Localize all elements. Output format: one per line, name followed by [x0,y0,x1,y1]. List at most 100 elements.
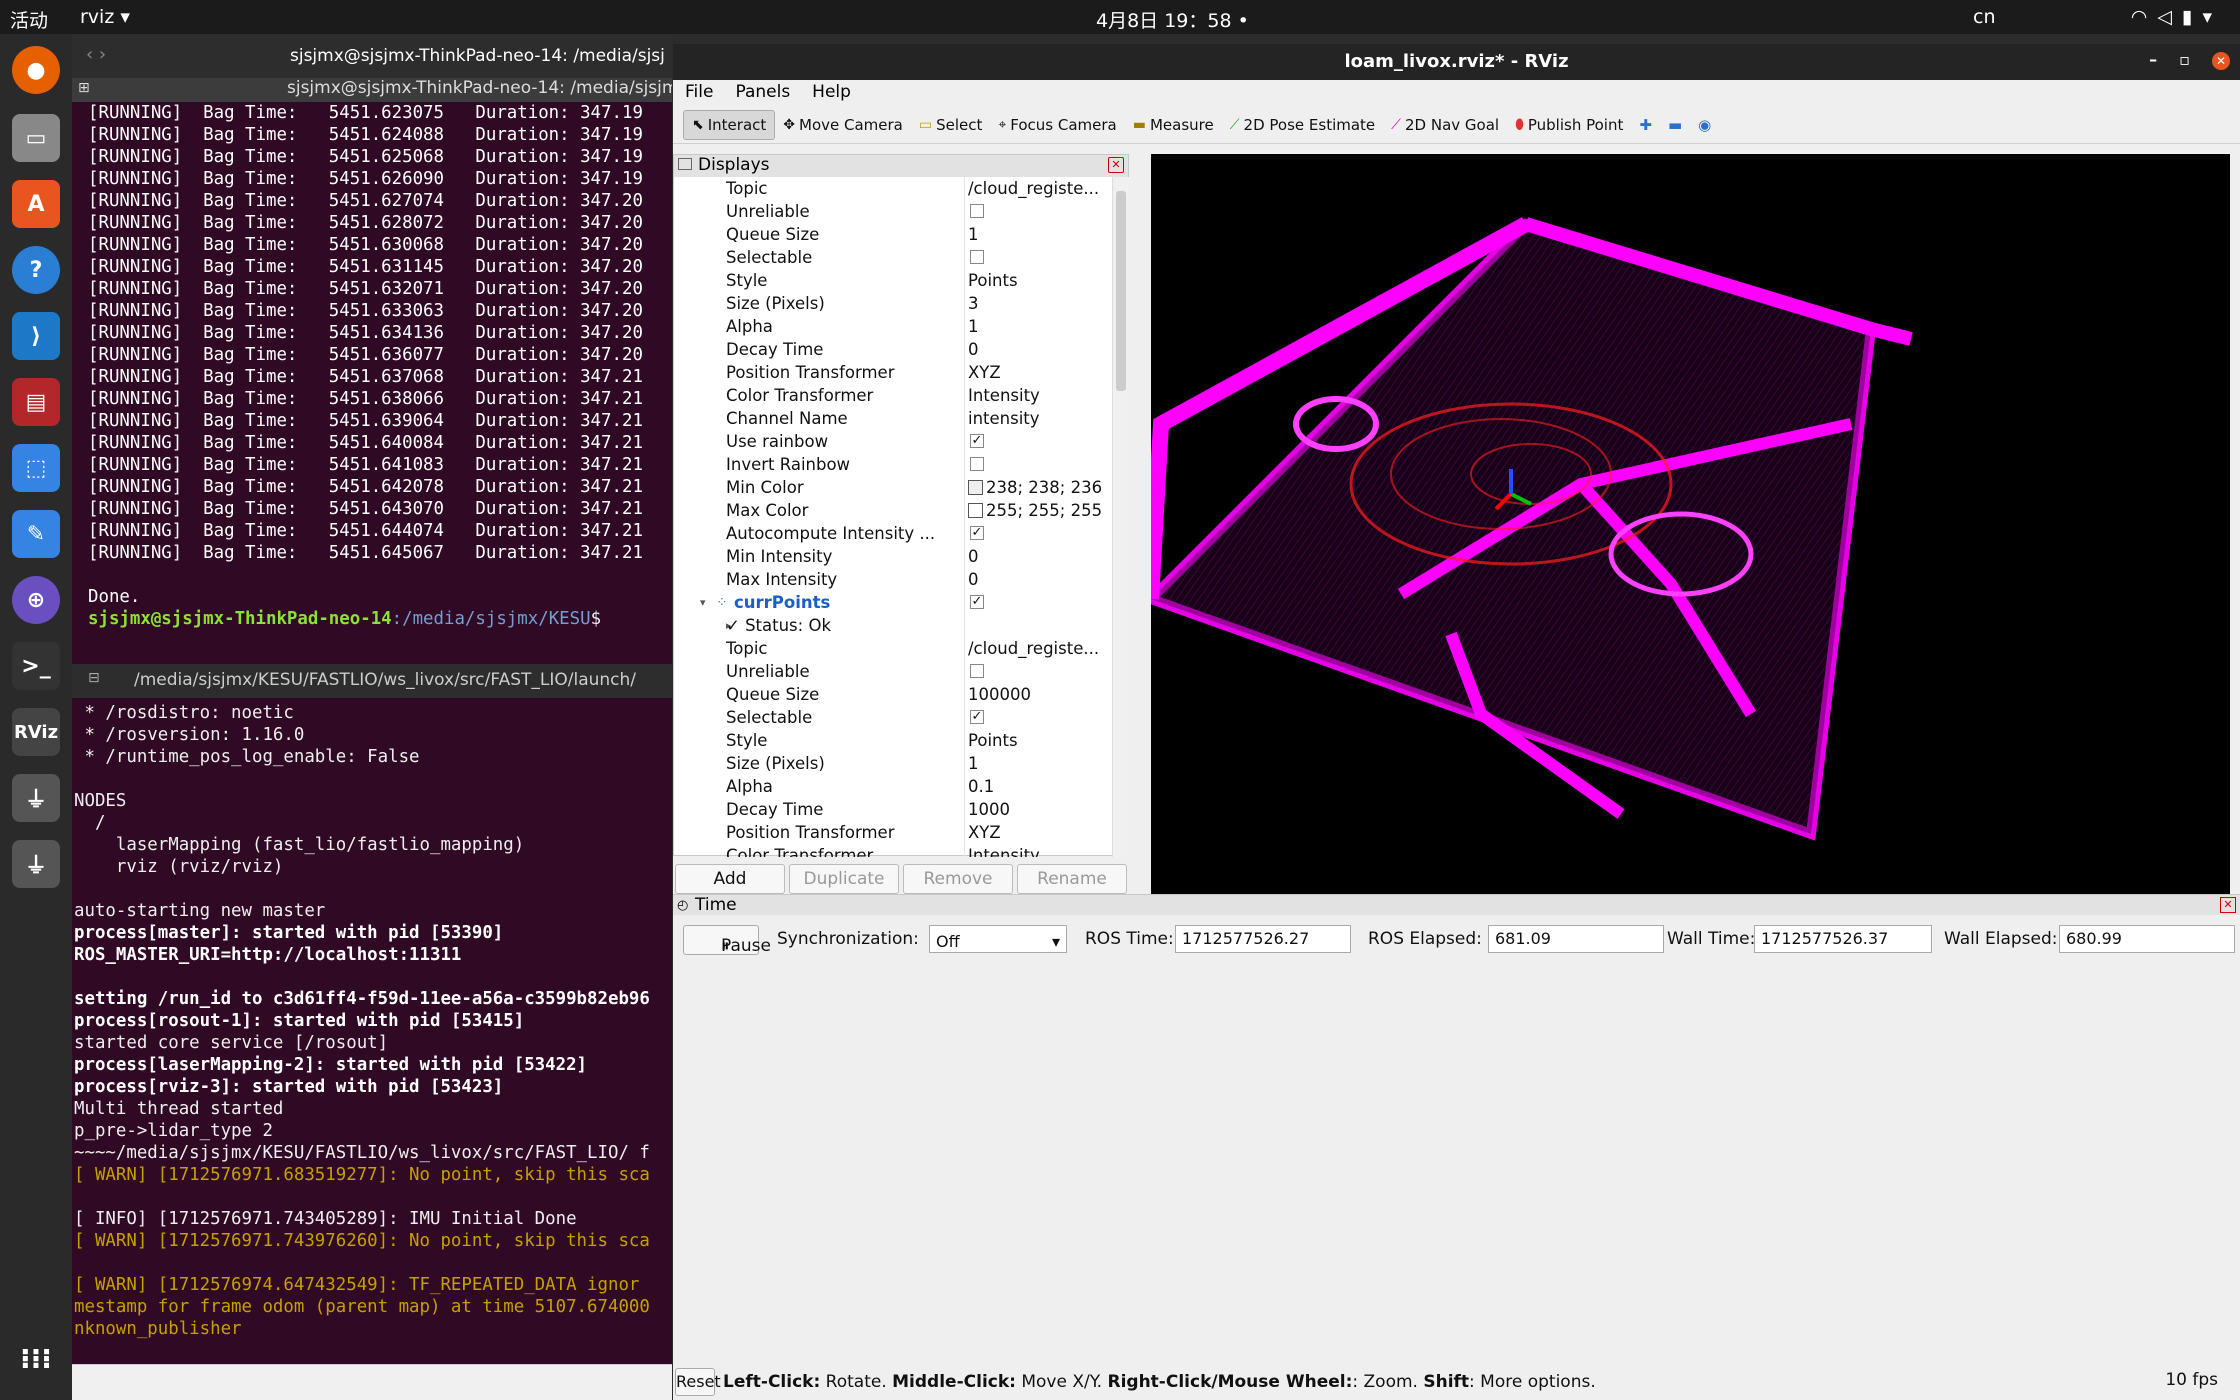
app-menu[interactable]: rviz ▾ [80,6,130,28]
activities-button[interactable]: 活动 [10,6,48,33]
property-value[interactable]: intensity [968,409,1112,428]
tree-row[interactable]: Decay Time 0 [674,338,1112,361]
property-value[interactable]: 3 [968,294,1112,313]
tool-measure[interactable]: ▬ Measure [1125,110,1222,140]
tree-row[interactable]: Color Transformer Intensity [674,384,1112,407]
minimize-icon[interactable]: – [2149,50,2179,69]
property-value[interactable]: Intensity [968,386,1112,405]
network-icon[interactable]: ⊕ [12,576,60,624]
property-value[interactable]: /cloud_registe... [968,179,1112,198]
checkbox[interactable] [970,204,984,218]
tree-row[interactable]: Style Points [674,269,1112,292]
terminal-window-1[interactable]: ‹ › sjsjmx@sjsjmx-ThinkPad-neo-14: /medi… [72,34,672,664]
usb-icon[interactable]: ⏚ [12,840,60,888]
checkbox[interactable] [970,457,984,471]
tool-select[interactable]: ▭ Select [911,110,991,140]
tree-row[interactable]: Min Color 238; 238; 236 [674,476,1112,499]
color-swatch[interactable] [968,503,983,518]
ros-elapsed-field[interactable]: 681.09 [1488,925,1664,953]
property-value[interactable]: 1 [968,225,1112,244]
scrollbar[interactable] [1112,177,1129,857]
tree-row[interactable]: Use rainbow ✓ [674,430,1112,453]
tree-row[interactable]: Style Points [674,729,1112,752]
tree-row[interactable]: Selectable ✓ [674,706,1112,729]
checkbox[interactable] [970,664,984,678]
tree-row[interactable]: Topic/cloud_registe... [674,177,1112,200]
maximize-icon[interactable]: ▫ [2179,50,2212,69]
tree-row[interactable]: Queue Size 100000 [674,683,1112,706]
property-value[interactable]: Points [968,271,1112,290]
menu-help[interactable]: Help [812,82,851,106]
tree-row[interactable]: Alpha 0.1 [674,775,1112,798]
checkbox[interactable]: ✓ [970,710,984,724]
pause-button[interactable]: ⏸ Pause [683,925,771,956]
checkbox[interactable]: ✓ [970,526,984,540]
tree-row[interactable]: Unreliable [674,660,1112,683]
checkbox[interactable]: ✓ [970,595,984,609]
vscode-icon[interactable]: ⟩ [12,312,60,360]
terminal-tab[interactable]: ⊞ sjsjmx@sjsjmx-ThinkPad-neo-14: /media/… [72,78,672,102]
property-value[interactable]: XYZ [968,823,1112,842]
property-value[interactable]: 1000 [968,800,1112,819]
usb-icon[interactable]: ⏚ [12,774,60,822]
checkbox[interactable]: ✓ [970,434,984,448]
property-value[interactable]: 238; 238; 236 [968,478,1112,497]
sync-select[interactable]: Off ▾ [929,925,1067,953]
tool-focus-camera[interactable]: ⌖ Focus Camera [990,110,1124,140]
3d-viewport[interactable] [1151,154,2230,898]
tree-row[interactable]: Max Color 255; 255; 255 [674,499,1112,522]
close-icon[interactable]: ✕ [2220,897,2236,913]
tree-row[interactable]: Size (Pixels) 3 [674,292,1112,315]
rviz-icon[interactable]: RViz [12,708,60,756]
remove-button[interactable]: Remove [903,864,1013,894]
ros-time-field[interactable]: 1712577526.27 [1175,925,1351,953]
tool-publish-point[interactable]: ⬮ Publish Point [1507,110,1631,140]
tree-row[interactable]: Min Intensity 0 [674,545,1112,568]
chevron-down-icon[interactable]: ▾ [700,596,706,609]
help-icon[interactable]: ? [12,246,60,294]
column-divider[interactable] [964,177,965,857]
tree-row[interactable]: Max Intensity 0 [674,568,1112,591]
close-icon[interactable]: ✕ [2212,52,2230,70]
tree-row[interactable]: ▾ ⁘ currPoints ✓ [674,591,1112,614]
close-icon[interactable]: ✕ [1108,157,1124,173]
property-value[interactable]: 1 [968,754,1112,773]
property-value[interactable]: 0.1 [968,777,1112,796]
wall-elapsed-field[interactable]: 680.99 [2059,925,2235,953]
tree-row[interactable]: Decay Time 1000 [674,798,1112,821]
tree-row[interactable]: Unreliable [674,200,1112,223]
terminal-window-2[interactable]: ⊟ /media/sjsjmx/KESU/FASTLIO/ws_livox/sr… [72,664,672,1364]
menu-panels[interactable]: Panels [735,82,790,106]
firefox-icon[interactable]: ● [12,46,60,94]
tree-row[interactable]: Size (Pixels) 1 [674,752,1112,775]
window-titlebar[interactable]: loam_livox.rviz* - RViz –▫ ✕ [673,44,2240,80]
property-value[interactable]: 255; 255; 255 [968,501,1112,520]
editor-icon[interactable]: ✎ [12,510,60,558]
tree-row[interactable]: ▸ ✓ Status: Ok [674,614,1112,637]
property-value[interactable]: 0 [968,570,1112,589]
tree-row[interactable]: Alpha 1 [674,315,1112,338]
terminal-icon[interactable]: >_ [12,642,60,690]
files-icon[interactable]: ▭ [12,114,60,162]
scroll-thumb[interactable] [1116,191,1126,391]
tool-move-camera[interactable]: ✥ Move Camera [775,110,911,140]
property-value[interactable]: Points [968,731,1112,750]
wall-time-field[interactable]: 1712577526.37 [1754,925,1932,953]
tree-row[interactable]: Color Transformer Intensity [674,844,1112,857]
rename-button[interactable]: Rename [1017,864,1127,894]
window-controls[interactable]: –▫ ✕ [2149,50,2230,70]
tree-row[interactable]: Autocompute Intensity ... ✓ [674,522,1112,545]
tree-row[interactable]: Invert Rainbow [674,453,1112,476]
tree-row[interactable]: Channel Name intensity [674,407,1112,430]
duplicate-button[interactable]: Duplicate [789,864,899,894]
reset-button[interactable]: Reset [675,1368,721,1396]
clock[interactable]: 4月8日 19：58 • [1096,6,1249,33]
system-tray[interactable]: ◠◁▮▾ [2131,6,2222,28]
property-value[interactable]: 1 [968,317,1112,336]
menu-file[interactable]: File [685,82,713,106]
property-value[interactable]: 0 [968,547,1112,566]
monitor-icon[interactable]: ▤ [12,378,60,426]
property-value[interactable]: Intensity [968,846,1112,857]
tool-interact[interactable]: ⬉ Interact [683,109,776,140]
add-tool-button[interactable]: ✚ [1631,110,1660,140]
